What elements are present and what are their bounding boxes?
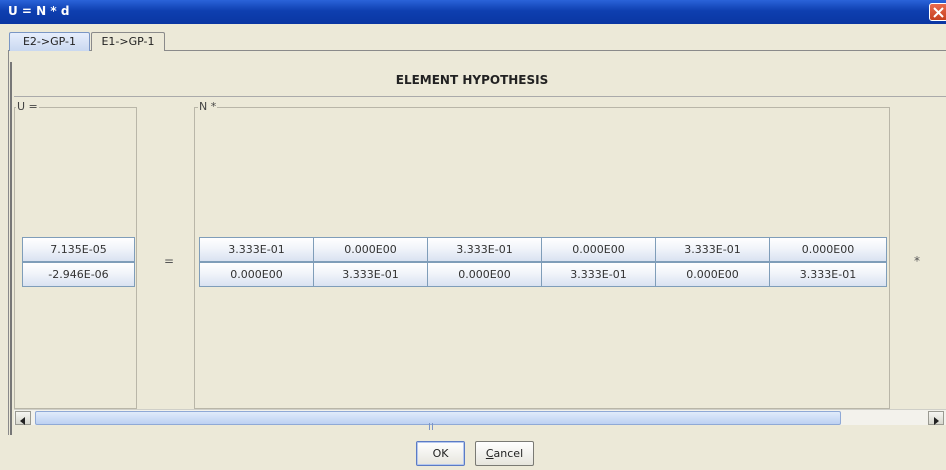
dialog-window: U = N * d E2->GP-1 E1->GP-1 ELEMENT HYPO… [0, 0, 946, 470]
close-button[interactable] [929, 3, 946, 21]
n-matrix-cell[interactable]: 0.000E00 [541, 237, 656, 262]
tab-e2-gp1[interactable]: E2->GP-1 [9, 32, 90, 51]
multiply-sign: * [914, 254, 920, 268]
equals-sign: = [164, 254, 175, 268]
scroll-thumb[interactable] [35, 411, 841, 430]
n-matrix-cell[interactable]: 3.333E-01 [313, 262, 428, 287]
header: ELEMENT HYPOTHESIS [14, 66, 946, 96]
n-matrix-cell[interactable]: 3.333E-01 [541, 262, 656, 287]
u-value-cell[interactable]: 7.135E-05 [22, 237, 135, 262]
scroll-left-arrow-icon [20, 417, 25, 425]
n-matrix-cell[interactable]: 3.333E-01 [655, 237, 770, 262]
cancel-label-rest: ancel [493, 447, 524, 460]
tab-e1-gp1[interactable]: E1->GP-1 [91, 32, 165, 51]
n-matrix-cell[interactable]: 0.000E00 [199, 262, 314, 287]
close-icon [933, 7, 944, 18]
n-matrix-cell[interactable]: 3.333E-01 [769, 262, 887, 287]
n-matrix-cell[interactable]: 0.000E00 [313, 237, 428, 262]
n-group-label: N * [198, 100, 218, 113]
u-value-cell[interactable]: -2.946E-06 [22, 262, 135, 287]
page-title: ELEMENT HYPOTHESIS [395, 73, 549, 87]
window-title: U = N * d [8, 4, 70, 18]
scroll-right-button[interactable] [928, 411, 944, 425]
n-matrix-cell[interactable]: 3.333E-01 [199, 237, 314, 262]
cancel-mnemonic: C [485, 447, 494, 460]
cancel-button[interactable]: Cancel [475, 441, 534, 466]
n-matrix-cell[interactable]: 0.000E00 [655, 262, 770, 287]
header-divider [14, 96, 946, 97]
horizontal-scrollbar[interactable] [14, 409, 946, 430]
n-matrix-cell[interactable]: 3.333E-01 [427, 237, 542, 262]
n-matrix-cell[interactable]: 0.000E00 [427, 262, 542, 287]
cancel-button-label: Cancel [486, 447, 523, 460]
n-matrix-cell[interactable]: 0.000E00 [769, 237, 887, 262]
ok-button[interactable]: OK [416, 441, 465, 466]
tab-e2-gp1-label: E2->GP-1 [22, 35, 77, 48]
u-group-label: U = [16, 100, 39, 113]
ok-button-label: OK [432, 447, 449, 460]
tab-e1-gp1-label: E1->GP-1 [101, 35, 155, 48]
title-bar[interactable]: U = N * d [0, 0, 946, 24]
scroll-right-arrow-icon [934, 417, 939, 425]
scroll-left-button[interactable] [15, 411, 31, 425]
scroll-grip-icon [429, 415, 437, 430]
